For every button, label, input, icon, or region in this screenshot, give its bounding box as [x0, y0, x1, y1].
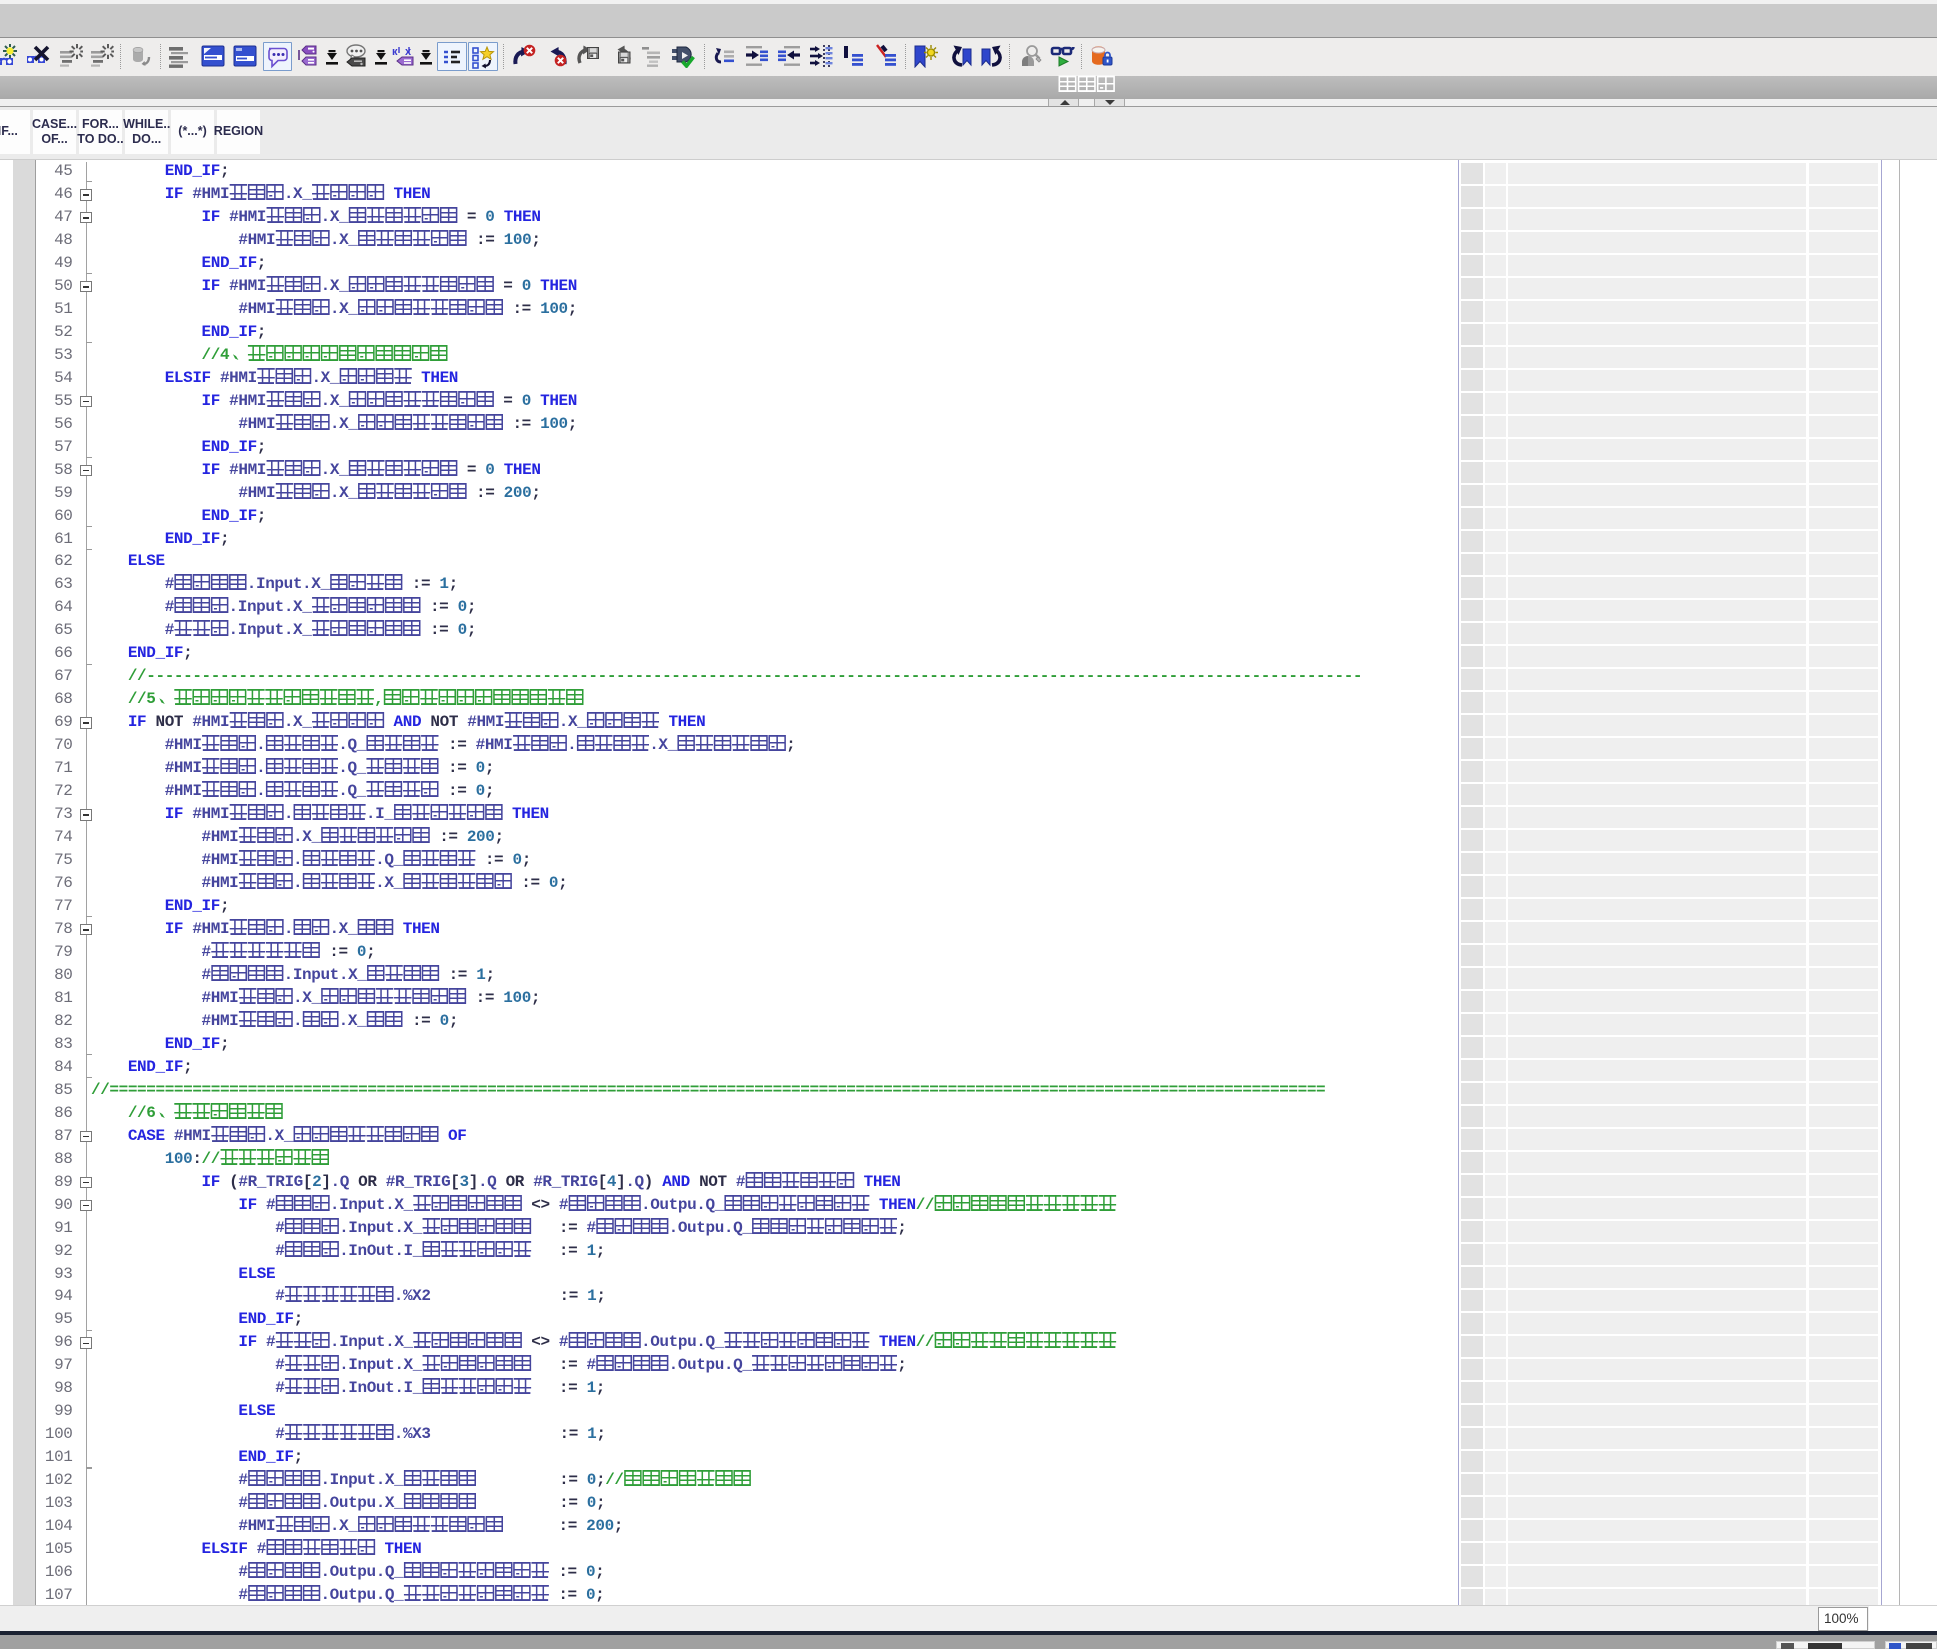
svg-text:к: к [392, 46, 398, 58]
